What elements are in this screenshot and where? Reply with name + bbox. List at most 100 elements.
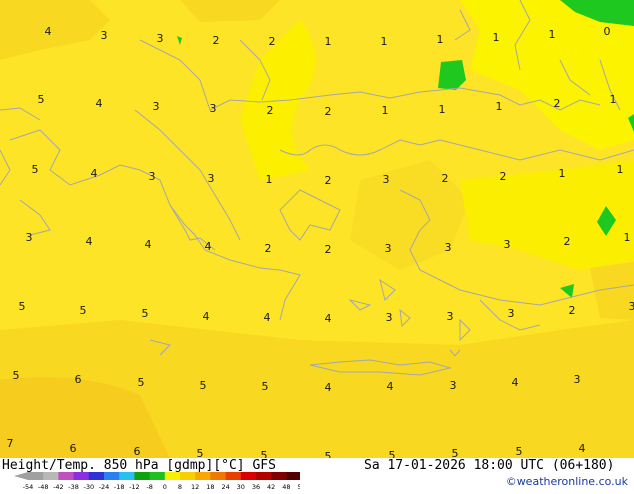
temperature-label: 0 xyxy=(604,25,611,38)
temperature-label: 1 xyxy=(439,103,446,116)
temperature-label: 1 xyxy=(496,100,503,113)
legend-swatch xyxy=(119,472,135,480)
legend-tick-label: 18 xyxy=(206,483,214,490)
temperature-label: 4 xyxy=(96,97,103,110)
legend-swatch xyxy=(74,472,90,480)
temperature-label: 3 xyxy=(508,307,515,320)
legend-swatch xyxy=(28,472,44,480)
forecast-datetime: Sa 17-01-2026 18:00 UTC (06+180) xyxy=(364,458,614,473)
legend-swatch xyxy=(241,472,257,480)
temperature-label: 5 xyxy=(452,447,459,458)
temperature-label: 2 xyxy=(325,174,332,187)
legend-tick-label: 0 xyxy=(163,483,167,490)
temperature-label: 4 xyxy=(91,167,98,180)
legend-swatch xyxy=(256,472,272,480)
temperature-label: 4 xyxy=(86,235,93,248)
legend-swatch xyxy=(165,472,181,480)
temperature-label: 5 xyxy=(261,449,268,458)
temperature-label: 4 xyxy=(45,25,52,38)
temperature-label: 3 xyxy=(386,311,393,324)
legend-swatch xyxy=(89,472,105,480)
legend-tick-label: -48 xyxy=(38,483,49,490)
temperature-label: 7 xyxy=(7,437,14,450)
temperature-label: 3 xyxy=(153,100,160,113)
temperature-label: 2 xyxy=(267,104,274,117)
temperature-label: 5 xyxy=(38,93,45,106)
temperature-label: 2 xyxy=(564,235,571,248)
legend-arrow-left xyxy=(14,472,28,480)
temperature-label: 6 xyxy=(134,445,141,458)
credit-link[interactable]: ©weatheronline.co.uk xyxy=(506,475,628,488)
temperature-label: 5 xyxy=(138,376,145,389)
temperature-label: 5 xyxy=(142,307,149,320)
temperature-label: 3 xyxy=(574,373,581,386)
legend-bar: -54-48-42-38-30-24-18-12-808121824303642… xyxy=(0,470,300,490)
temperature-label: 5 xyxy=(13,369,20,382)
temperature-label: 3 xyxy=(208,172,215,185)
temperature-label: 5 xyxy=(197,447,204,458)
legend-swatch xyxy=(104,472,120,480)
color-scale-legend: -54-48-42-38-30-24-18-12-808121824303642… xyxy=(0,470,300,490)
temperature-label: 4 xyxy=(387,380,394,393)
legend-tick-label: -12 xyxy=(129,483,140,490)
temperature-label: 1 xyxy=(559,167,566,180)
legend-tick-label: 12 xyxy=(191,483,199,490)
temperature-label: 4 xyxy=(205,240,212,253)
temperature-label: 5 xyxy=(325,450,332,458)
temperature-label: 1 xyxy=(549,28,556,41)
legend-tick-label: 36 xyxy=(252,483,260,490)
temperature-label: 1 xyxy=(617,163,624,176)
legend-tick-label: 42 xyxy=(267,483,275,490)
temperature-label: 5 xyxy=(262,380,269,393)
weather-map: 4332211111054332211121543312322113444223… xyxy=(0,0,634,458)
legend-swatch xyxy=(58,472,74,480)
legend-tick-label: -54 xyxy=(23,483,34,490)
temperature-label: 2 xyxy=(213,34,220,47)
temperature-label: 3 xyxy=(504,238,511,251)
temperature-label: 3 xyxy=(450,379,457,392)
legend-swatch xyxy=(134,472,150,480)
temperature-label: 2 xyxy=(500,170,507,183)
temperature-label: 1 xyxy=(624,231,631,244)
temperature-label: 1 xyxy=(325,35,332,48)
temperature-label: 3 xyxy=(383,173,390,186)
temperature-label: 3 xyxy=(101,29,108,42)
temperature-label: 5 xyxy=(516,445,523,458)
temperature-label: 5 xyxy=(80,304,87,317)
temperature-label: 5 xyxy=(19,300,26,313)
legend-tick-label: 54 xyxy=(297,483,300,490)
legend-tick-label: -18 xyxy=(114,483,125,490)
temperature-label: 4 xyxy=(579,442,586,455)
temperature-label: 5 xyxy=(32,163,39,176)
temperature-label: 4 xyxy=(325,381,332,394)
temperature-label: 1 xyxy=(382,104,389,117)
temperature-label: 2 xyxy=(325,243,332,256)
legend-tick-label: -38 xyxy=(68,483,79,490)
temperature-label: 4 xyxy=(203,310,210,323)
temperature-label: 5 xyxy=(389,449,396,458)
temperature-label: 2 xyxy=(269,35,276,48)
temperature-label: 4 xyxy=(264,311,271,324)
temperature-label: 2 xyxy=(325,105,332,118)
legend-tick-label: 24 xyxy=(221,483,229,490)
legend-swatch xyxy=(286,472,300,480)
legend-tick-label: -30 xyxy=(83,483,94,490)
temperature-label: 4 xyxy=(512,376,519,389)
map-canvas: 4332211111054332211121543312322113444223… xyxy=(0,0,634,458)
temperature-label: 3 xyxy=(445,241,452,254)
temperature-label: 1 xyxy=(610,93,617,106)
temperature-label: 1 xyxy=(493,31,500,44)
legend-tick-label: 8 xyxy=(178,483,182,490)
legend-swatch xyxy=(43,472,59,480)
legend-tick-label: -8 xyxy=(146,483,152,490)
temperature-label: 5 xyxy=(200,379,207,392)
temperature-label: 3 xyxy=(157,32,164,45)
temperature-label: 1 xyxy=(266,173,273,186)
legend-tick-label: 48 xyxy=(282,483,290,490)
legend-tick-label: -24 xyxy=(99,483,110,490)
legend-swatch xyxy=(195,472,211,480)
temperature-label: 2 xyxy=(265,242,272,255)
temperature-label: 1 xyxy=(381,35,388,48)
legend-tick-label: 30 xyxy=(237,483,245,490)
temperature-label: 6 xyxy=(75,373,82,386)
